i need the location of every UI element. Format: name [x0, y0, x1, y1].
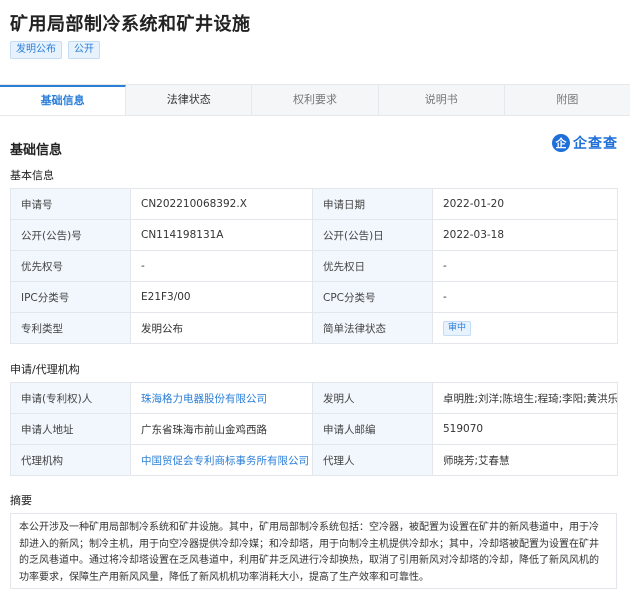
field-value: 2022-01-20	[432, 188, 618, 220]
tab-bar: 基础信息 法律状态 权利要求 说明书 附图	[0, 84, 630, 116]
field-value: CN114198131A	[130, 219, 313, 251]
field-value: 师晓芳;艾春慧	[432, 444, 618, 476]
field-value: -	[432, 281, 618, 313]
field-value: 519070	[432, 413, 618, 445]
table-row: 代理机构 中国贸促会专利商标事务所有限公司 代理人 师晓芳;艾春慧	[10, 444, 618, 476]
tag-list: 发明公布 公开	[10, 41, 100, 59]
table-row: 申请人地址 广东省珠海市前山金鸡西路 申请人邮编 519070	[10, 413, 618, 445]
tab-description[interactable]: 说明书	[379, 85, 505, 115]
qichacha-logo-icon: 企	[552, 134, 570, 152]
table-row: 申请号 CN202210068392.X 申请日期 2022-01-20	[10, 188, 618, 220]
field-label: 发明人	[312, 382, 433, 414]
legal-status-badge: 审中	[443, 320, 472, 336]
page-title: 矿用局部制冷系统和矿井设施	[10, 14, 251, 35]
tab-basic-info[interactable]: 基础信息	[0, 85, 127, 115]
field-value: -	[130, 250, 313, 282]
field-label: 优先权日	[312, 250, 433, 282]
field-label: 申请号	[10, 188, 131, 220]
table-row: 申请(专利权)人 珠海格力电器股份有限公司 发明人 卓明胜;刘洋;陈培生;程琦;…	[10, 382, 618, 414]
section-title: 基础信息	[10, 143, 63, 158]
table-row: IPC分类号 E21F3/00 CPC分类号 -	[10, 281, 618, 313]
table-row: 专利类型 发明公布 简单法律状态 审中	[10, 312, 618, 344]
tab-claims[interactable]: 权利要求	[252, 85, 379, 115]
tag-status: 公开	[68, 41, 100, 59]
field-label: 代理机构	[10, 444, 131, 476]
field-label: 申请人地址	[10, 413, 131, 445]
field-label: 申请人邮编	[312, 413, 433, 445]
field-value: 中国贸促会专利商标事务所有限公司	[130, 444, 313, 476]
abstract-text: 本公开涉及一种矿用局部制冷系统和矿井设施。其中，矿用局部制冷系统包括：空冷器，被…	[10, 513, 617, 589]
field-label: 简单法律状态	[312, 312, 433, 344]
basic-info-heading: 基本信息	[10, 169, 54, 182]
field-label: CPC分类号	[312, 281, 433, 313]
table-row: 公开(公告)号 CN114198131A 公开(公告)日 2022-03-18	[10, 219, 618, 251]
agency-heading: 申请/代理机构	[10, 363, 80, 376]
field-value: 2022-03-18	[432, 219, 618, 251]
field-value: 广东省珠海市前山金鸡西路	[130, 413, 313, 445]
field-label: IPC分类号	[10, 281, 131, 313]
field-value: 发明公布	[130, 312, 313, 344]
field-label: 申请(专利权)人	[10, 382, 131, 414]
tab-legal-status[interactable]: 法律状态	[126, 85, 253, 115]
field-value: E21F3/00	[130, 281, 313, 313]
field-label: 申请日期	[312, 188, 433, 220]
field-value: 卓明胜;刘洋;陈培生;程琦;李阳;黄洪乐	[432, 382, 618, 414]
tab-drawings[interactable]: 附图	[505, 85, 630, 115]
table-row: 优先权号 - 优先权日 -	[10, 250, 618, 282]
field-value: 珠海格力电器股份有限公司	[130, 382, 313, 414]
abstract-heading: 摘要	[10, 494, 32, 507]
field-label: 专利类型	[10, 312, 131, 344]
qichacha-logo: 企 企查查	[552, 133, 618, 153]
field-label: 优先权号	[10, 250, 131, 282]
qichacha-logo-text: 企查查	[573, 136, 618, 152]
tag-type: 发明公布	[10, 41, 62, 59]
basic-info-table: 申请号 CN202210068392.X 申请日期 2022-01-20 公开(…	[10, 188, 618, 344]
field-value: 审中	[432, 312, 618, 344]
field-label: 代理人	[312, 444, 433, 476]
field-value: CN202210068392.X	[130, 188, 313, 220]
field-value: -	[432, 250, 618, 282]
applicant-link[interactable]: 珠海格力电器股份有限公司	[141, 393, 267, 405]
agency-table: 申请(专利权)人 珠海格力电器股份有限公司 发明人 卓明胜;刘洋;陈培生;程琦;…	[10, 382, 618, 476]
field-label: 公开(公告)日	[312, 219, 433, 251]
agency-link[interactable]: 中国贸促会专利商标事务所有限公司	[141, 455, 309, 467]
field-label: 公开(公告)号	[10, 219, 131, 251]
